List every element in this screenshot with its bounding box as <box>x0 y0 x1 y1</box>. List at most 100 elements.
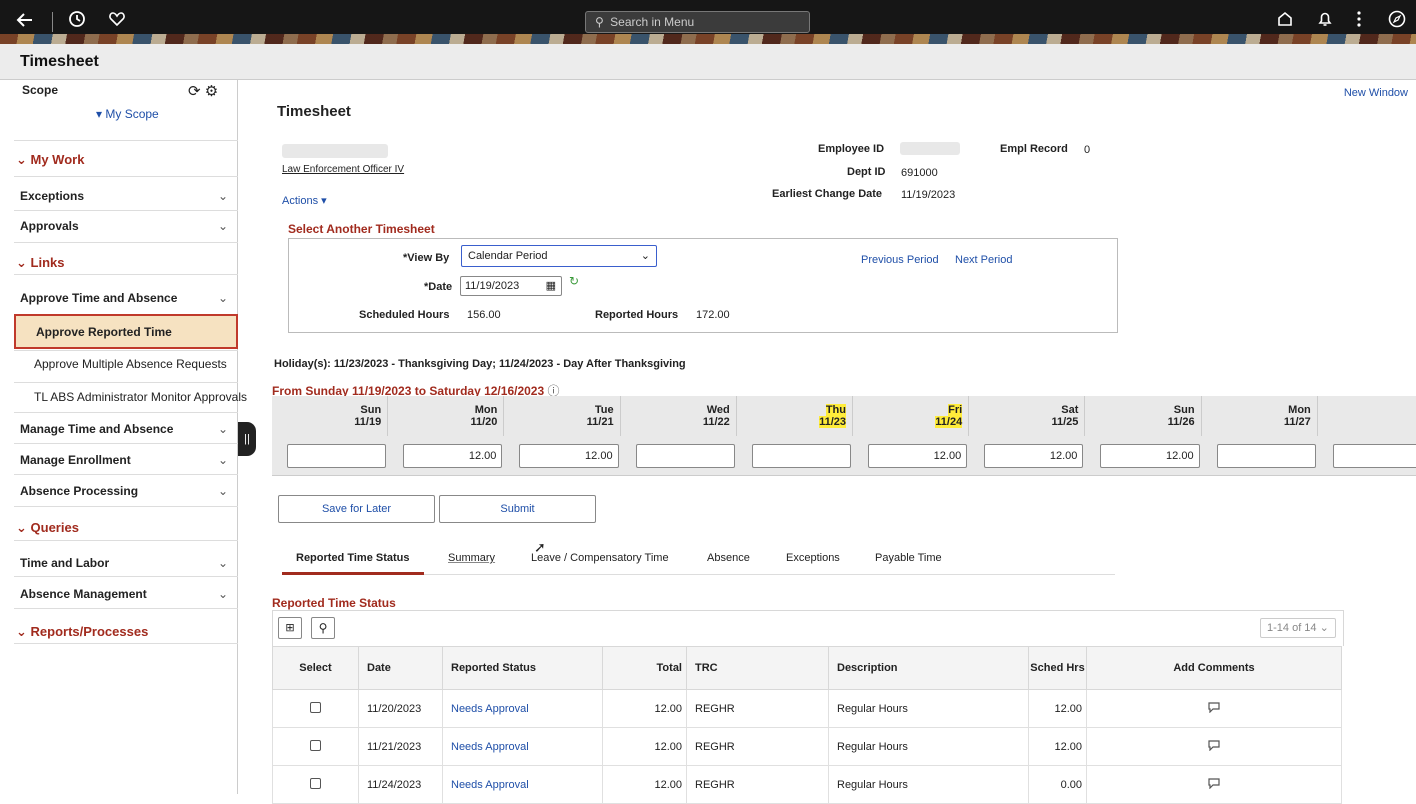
tab-leave-comp-time[interactable]: Leave / Compensatory Time <box>531 552 669 564</box>
find-icon[interactable]: ⚲ <box>311 617 335 639</box>
section-links[interactable]: ⌄ Links <box>14 242 238 274</box>
date-input[interactable]: 11/19/2023 ▦ <box>460 276 562 296</box>
chevron-down-icon: ⌄ <box>217 484 228 498</box>
calendar-icon[interactable]: ▦ <box>546 277 556 295</box>
row-sched-hrs: 0.00 <box>1028 765 1087 804</box>
dept-id-value: 691000 <box>901 167 938 179</box>
queries-label: Queries <box>30 520 79 535</box>
tab-exceptions[interactable]: Exceptions <box>786 552 840 564</box>
row-status-link[interactable]: Needs Approval <box>442 765 603 804</box>
sidebar-item-manage-time-absence[interactable]: Manage Time and Absence ⌄ <box>14 412 238 443</box>
save-for-later-button[interactable]: Save for Later <box>278 495 435 523</box>
col-sched-hrs: Sched Hrs <box>1028 646 1087 690</box>
section-my-work[interactable]: ⌄ My Work <box>14 140 238 174</box>
home-icon[interactable] <box>1274 10 1296 32</box>
sidebar-item-exceptions[interactable]: Exceptions ⌄ <box>14 176 238 208</box>
refresh-icon[interactable]: ↻ <box>569 274 579 288</box>
comment-icon[interactable] <box>1086 765 1342 804</box>
holiday-highlight: 11/24 <box>935 416 963 428</box>
holiday-highlight: Thu <box>825 404 846 416</box>
arrow-left-icon[interactable] <box>14 10 36 32</box>
row-checkbox[interactable] <box>310 739 321 751</box>
menu-search-input[interactable]: ⚲ Search in Menu <box>585 11 810 33</box>
row-description: Regular Hours <box>828 765 1029 804</box>
personalize-icon[interactable]: ⊞ <box>278 617 302 639</box>
pager-select[interactable]: 1-14 of 14 ⌄ <box>1260 618 1336 638</box>
actions-menu[interactable]: Actions ▾ <box>282 194 327 207</box>
my-work-label: My Work <box>30 152 85 167</box>
row-status-link[interactable]: Needs Approval <box>442 689 603 728</box>
day-hours-input[interactable] <box>751 444 851 468</box>
bell-icon[interactable] <box>1314 10 1336 32</box>
heart-icon[interactable] <box>106 10 128 32</box>
job-title: Law Enforcement Officer IV <box>282 164 405 175</box>
empl-record-value: 0 <box>1084 144 1091 156</box>
kebab-icon[interactable] <box>1348 10 1370 32</box>
row-checkbox[interactable] <box>310 701 321 713</box>
row-date: 11/20/2023 <box>358 689 443 728</box>
day-hours-input[interactable] <box>1332 444 1416 468</box>
sidebar-item-approvals[interactable]: Approvals ⌄ <box>14 210 238 240</box>
day-hours-input[interactable] <box>1216 444 1316 468</box>
row-checkbox[interactable] <box>310 777 321 789</box>
day-of-week: Sun <box>360 404 382 416</box>
scope-icons: ⟳ ⚙ <box>188 82 218 100</box>
day-of-week: Fri <box>853 404 963 416</box>
holidays-note: Holiday(s): 11/23/2023 - Thanksgiving Da… <box>274 358 686 370</box>
sidebar-item-absence-management[interactable]: Absence Management ⌄ <box>14 576 238 608</box>
comment-icon[interactable] <box>1086 689 1342 728</box>
date-value: 11/19/2023 <box>465 280 520 292</box>
day-hours-input[interactable]: 12.00 <box>1100 444 1200 468</box>
day-header: Thu 11/23 <box>736 396 853 436</box>
day-header: 11 <box>1317 396 1416 436</box>
day-of-week: Mon <box>474 404 498 416</box>
tab-payable-time[interactable]: Payable Time <box>875 552 942 564</box>
day-hours-input[interactable]: 12.00 <box>984 444 1084 468</box>
row-total: 12.00 <box>602 765 687 804</box>
my-scope-label: My Scope <box>105 107 159 121</box>
gear-icon[interactable]: ⚙ <box>205 83 218 100</box>
sidebar-item-approve-reported-time[interactable]: Approve Reported Time <box>14 314 238 349</box>
sidebar-item-approve-multiple-absence[interactable]: Approve Multiple Absence Requests <box>14 350 238 382</box>
comment-icon[interactable] <box>1086 727 1342 766</box>
reported-hours-value: 172.00 <box>696 309 730 321</box>
reported-time-table: Select Date Reported Status Total TRC De… <box>272 646 1342 804</box>
row-status-link[interactable]: Needs Approval <box>442 727 603 766</box>
sidebar-item-manage-enrollment[interactable]: Manage Enrollment ⌄ <box>14 443 238 474</box>
my-scope-link[interactable]: ▾ My Scope <box>96 107 159 121</box>
earliest-change-label: Earliest Change Date <box>772 188 883 200</box>
new-window-link[interactable]: New Window <box>1344 87 1408 99</box>
section-queries[interactable]: ⌄ Queries <box>14 506 238 538</box>
day-hours-input[interactable] <box>635 444 735 468</box>
clock-icon[interactable] <box>66 10 88 32</box>
status-toolbar <box>272 610 1344 646</box>
section-reports-processes[interactable]: ⌄ Reports/Processes <box>14 608 238 644</box>
day-hours-input[interactable]: 12.00 <box>403 444 503 468</box>
day-header: Sat 11/25 <box>969 396 1086 436</box>
employee-name-redacted <box>282 144 388 158</box>
tab-absence[interactable]: Absence <box>707 552 750 564</box>
compass-icon[interactable] <box>1386 10 1408 32</box>
tab-summary[interactable]: Summary <box>448 552 495 564</box>
day-hours-input[interactable] <box>287 444 387 468</box>
day-date: 11/25 <box>1051 416 1079 428</box>
view-by-select[interactable]: Calendar Period ⌄ <box>461 245 657 267</box>
refresh-icon[interactable]: ⟳ <box>188 83 201 100</box>
day-of-week: Tue <box>594 404 614 416</box>
col-trc: TRC <box>686 646 829 690</box>
sidebar-item-tl-abs-admin[interactable]: TL ABS Administrator Monitor Approvals <box>14 382 247 412</box>
sidebar: Scope ⟳ ⚙ ▾ My Scope ⌄ My Work Exception… <box>14 80 247 794</box>
day-grid-cells: Sun 11/19 Mon 11/20 12.00 Tue 11/21 12.00 Wed 11/… <box>272 396 1416 476</box>
sidebar-item-approve-time-absence[interactable]: Approve Time and Absence ⌄ <box>14 274 238 314</box>
sidebar-item-absence-processing[interactable]: Absence Processing ⌄ <box>14 474 238 506</box>
next-period-link[interactable]: Next Period <box>955 254 1012 266</box>
submit-button[interactable]: Submit <box>439 495 596 523</box>
tab-reported-time-status[interactable]: Reported Time Status <box>282 552 424 575</box>
day-of-week: Mon <box>1288 404 1311 416</box>
row-trc: REGHR <box>686 765 829 804</box>
search-placeholder: Search in Menu <box>610 15 695 29</box>
sidebar-item-time-and-labor[interactable]: Time and Labor ⌄ <box>14 540 238 576</box>
day-hours-input[interactable]: 12.00 <box>519 444 619 468</box>
previous-period-link[interactable]: Previous Period <box>861 254 939 266</box>
day-hours-input[interactable]: 12.00 <box>868 444 968 468</box>
